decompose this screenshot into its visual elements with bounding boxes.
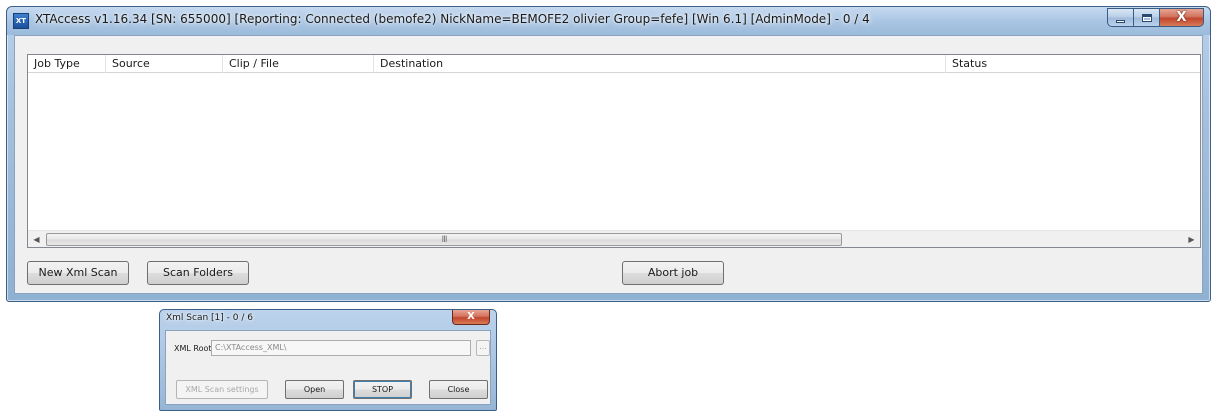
- maximize-icon: [1141, 13, 1152, 22]
- jobs-list-header: Job Type Source Clip / File Destination …: [28, 55, 1200, 73]
- app-icon[interactable]: XT: [13, 13, 29, 29]
- xml-root-field[interactable]: C:\XTAccess_XML\: [211, 340, 471, 356]
- scan-folders-button[interactable]: Scan Folders: [147, 261, 249, 285]
- window-controls: X: [1107, 8, 1204, 28]
- scroll-right-arrow-icon[interactable]: ▶: [1183, 231, 1200, 248]
- column-header-status[interactable]: Status: [946, 55, 1200, 73]
- xml-root-label: XML Root:: [174, 344, 215, 353]
- column-header-source[interactable]: Source: [106, 55, 223, 73]
- abort-job-button[interactable]: Abort job: [622, 261, 724, 285]
- dialog-close-button[interactable]: X: [452, 310, 490, 325]
- new-xml-scan-button[interactable]: New Xml Scan: [27, 261, 129, 285]
- jobs-list[interactable]: Job Type Source Clip / File Destination …: [27, 54, 1201, 248]
- close-button[interactable]: X: [1160, 8, 1204, 27]
- xml-scan-dialog: Xml Scan [1] - 0 / 6 X XML Root: C:\XTAc…: [159, 309, 497, 411]
- column-header-destination[interactable]: Destination: [374, 55, 946, 73]
- jobs-list-body[interactable]: [28, 73, 1200, 230]
- browse-button[interactable]: ...: [476, 340, 490, 356]
- scrollbar-grip-icon: III: [441, 235, 448, 245]
- column-header-job-type[interactable]: Job Type: [28, 55, 106, 73]
- open-button[interactable]: Open: [285, 380, 344, 399]
- window-title: XTAccess v1.16.34 [SN: 655000] [Reportin…: [35, 12, 870, 26]
- scrollbar-thumb[interactable]: III: [46, 233, 842, 246]
- dialog-client-area: XML Root: C:\XTAccess_XML\ ... XML Scan …: [165, 330, 491, 405]
- stop-button[interactable]: STOP: [353, 380, 412, 399]
- scroll-left-arrow-icon[interactable]: ◀: [28, 231, 45, 248]
- maximize-button[interactable]: [1134, 8, 1160, 27]
- main-title-bar[interactable]: XT XTAccess v1.16.34 [SN: 655000] [Repor…: [7, 7, 1210, 35]
- minimize-button[interactable]: [1107, 8, 1134, 27]
- close-dialog-button[interactable]: Close: [429, 380, 488, 399]
- main-client-area: Job Type Source Clip / File Destination …: [14, 35, 1203, 294]
- xml-scan-settings-button[interactable]: XML Scan settings: [176, 380, 268, 399]
- main-window: XT XTAccess v1.16.34 [SN: 655000] [Repor…: [6, 6, 1211, 302]
- close-icon: X: [1176, 10, 1187, 25]
- close-icon: X: [467, 311, 475, 322]
- minimize-icon: [1116, 19, 1125, 23]
- column-header-clip-file[interactable]: Clip / File: [223, 55, 374, 73]
- dialog-title: Xml Scan [1] - 0 / 6: [166, 313, 253, 323]
- horizontal-scrollbar[interactable]: ◀ III ▶: [28, 230, 1200, 247]
